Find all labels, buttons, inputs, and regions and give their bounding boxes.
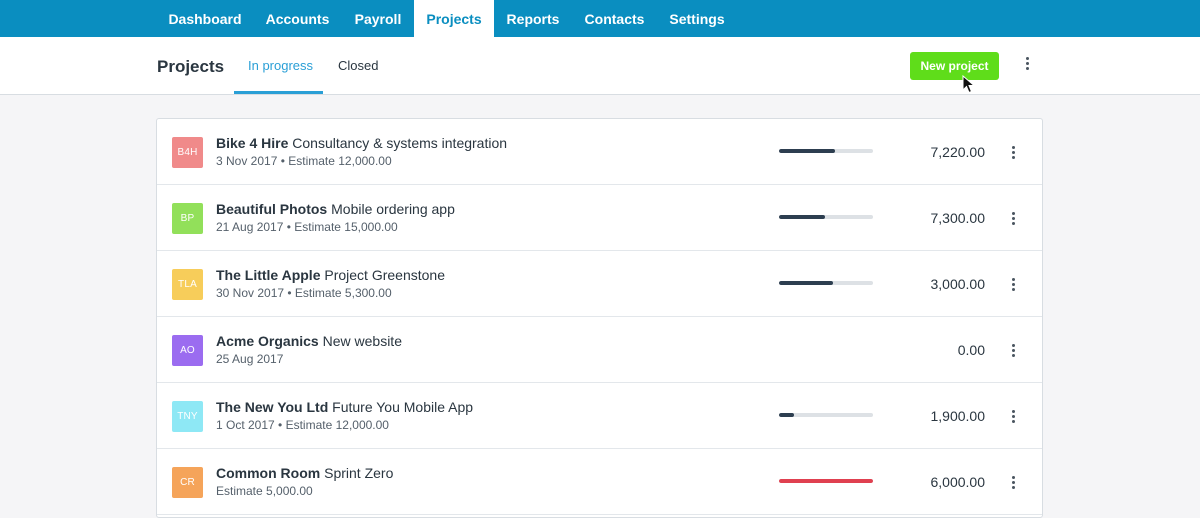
client-name: Beautiful Photos [216,201,328,217]
client-name: The Little Apple [216,267,321,283]
sub-header: Projects In progress Closed New project [0,37,1200,95]
row-options-icon[interactable] [1006,275,1020,293]
project-name: New website [322,333,402,349]
project-amount: 3,000.00 [930,276,986,292]
client-name: Acme Organics [216,333,319,349]
progress-bar [779,413,873,417]
top-nav: Dashboard Accounts Payroll Projects Repo… [0,0,1200,37]
project-name: Future You Mobile App [332,399,474,415]
progress-bar [779,149,873,153]
project-meta: Estimate 5,000.00 [216,484,313,498]
project-title[interactable]: The Little Apple Project Greenstone [216,267,445,283]
project-avatar: TLA [172,269,203,300]
project-title[interactable]: Beautiful Photos Mobile ordering app [216,201,455,217]
project-avatar: B4H [172,137,203,168]
nav-tab-accounts[interactable]: Accounts [253,0,342,37]
nav-tab-reports[interactable]: Reports [494,0,572,37]
progress-fill [779,215,826,219]
progress-bar [779,479,873,483]
project-meta: 1 Oct 2017 • Estimate 12,000.00 [216,418,389,432]
project-meta: 3 Nov 2017 • Estimate 12,000.00 [216,154,392,168]
project-avatar: CR [172,467,203,498]
progress-fill [779,149,836,153]
tab-in-progress[interactable]: In progress [248,58,313,73]
nav-tab-dashboard[interactable]: Dashboard [157,0,253,37]
client-name: Bike 4 Hire [216,135,289,151]
row-options-icon[interactable] [1006,209,1020,227]
project-row[interactable]: AO Acme Organics New website 25 Aug 2017 0.… [157,317,1042,383]
client-name: The New You Ltd [216,399,329,415]
project-meta: 25 Aug 2017 [216,352,284,366]
project-name: Project Greenstone [324,267,445,283]
project-title[interactable]: Common Room Sprint Zero [216,465,393,481]
project-row[interactable]: BP Beautiful Photos Mobile ordering app 21… [157,185,1042,251]
project-row[interactable]: TNY The New You Ltd Future You Mobile App… [157,383,1042,449]
project-name: Mobile ordering app [331,201,455,217]
project-name: Sprint Zero [324,465,394,481]
progress-fill [779,281,833,285]
project-title[interactable]: The New You Ltd Future You Mobile App [216,399,473,415]
project-row[interactable]: CR Common Room Sprint Zero Estimate 5,000.… [157,449,1042,515]
project-name: Consultancy & systems integration [292,135,508,151]
nav-tab-contacts[interactable]: Contacts [572,0,657,37]
project-title[interactable]: Bike 4 Hire Consultancy & systems integr… [216,135,507,151]
project-meta: 30 Nov 2017 • Estimate 5,300.00 [216,286,392,300]
progress-bar [779,281,873,285]
progress-fill [779,479,873,483]
project-amount: 1,900.00 [930,408,986,424]
row-options-icon[interactable] [1006,407,1020,425]
more-options-icon[interactable] [1020,53,1034,73]
project-meta: 21 Aug 2017 • Estimate 15,000.00 [216,220,398,234]
project-avatar: TNY [172,401,203,432]
active-tab-underline [234,91,323,94]
nav-tab-projects[interactable]: Projects [414,0,494,37]
nav-tab-payroll[interactable]: Payroll [342,0,414,37]
project-list: B4H Bike 4 Hire Consultancy & systems int… [156,118,1043,518]
client-name: Common Room [216,465,321,481]
progress-fill [779,413,795,417]
project-row[interactable]: TLA The Little Apple Project Greenstone 30… [157,251,1042,317]
project-row[interactable]: B4H Bike 4 Hire Consultancy & systems int… [157,119,1042,185]
project-avatar: AO [172,335,203,366]
tab-closed[interactable]: Closed [338,58,378,73]
nav-tab-settings[interactable]: Settings [657,0,737,37]
row-options-icon[interactable] [1006,143,1020,161]
page-title: Projects [157,57,225,76]
mouse-cursor-icon [962,74,976,100]
project-amount: 7,300.00 [930,210,986,226]
project-amount: 6,000.00 [930,474,986,490]
project-avatar: BP [172,203,203,234]
progress-bar [779,215,873,219]
row-options-icon[interactable] [1006,473,1020,491]
project-amount: 0.00 [957,342,985,358]
project-title[interactable]: Acme Organics New website [216,333,402,349]
new-project-button[interactable]: New project [910,52,999,80]
project-amount: 7,220.00 [930,144,986,160]
row-options-icon[interactable] [1006,341,1020,359]
